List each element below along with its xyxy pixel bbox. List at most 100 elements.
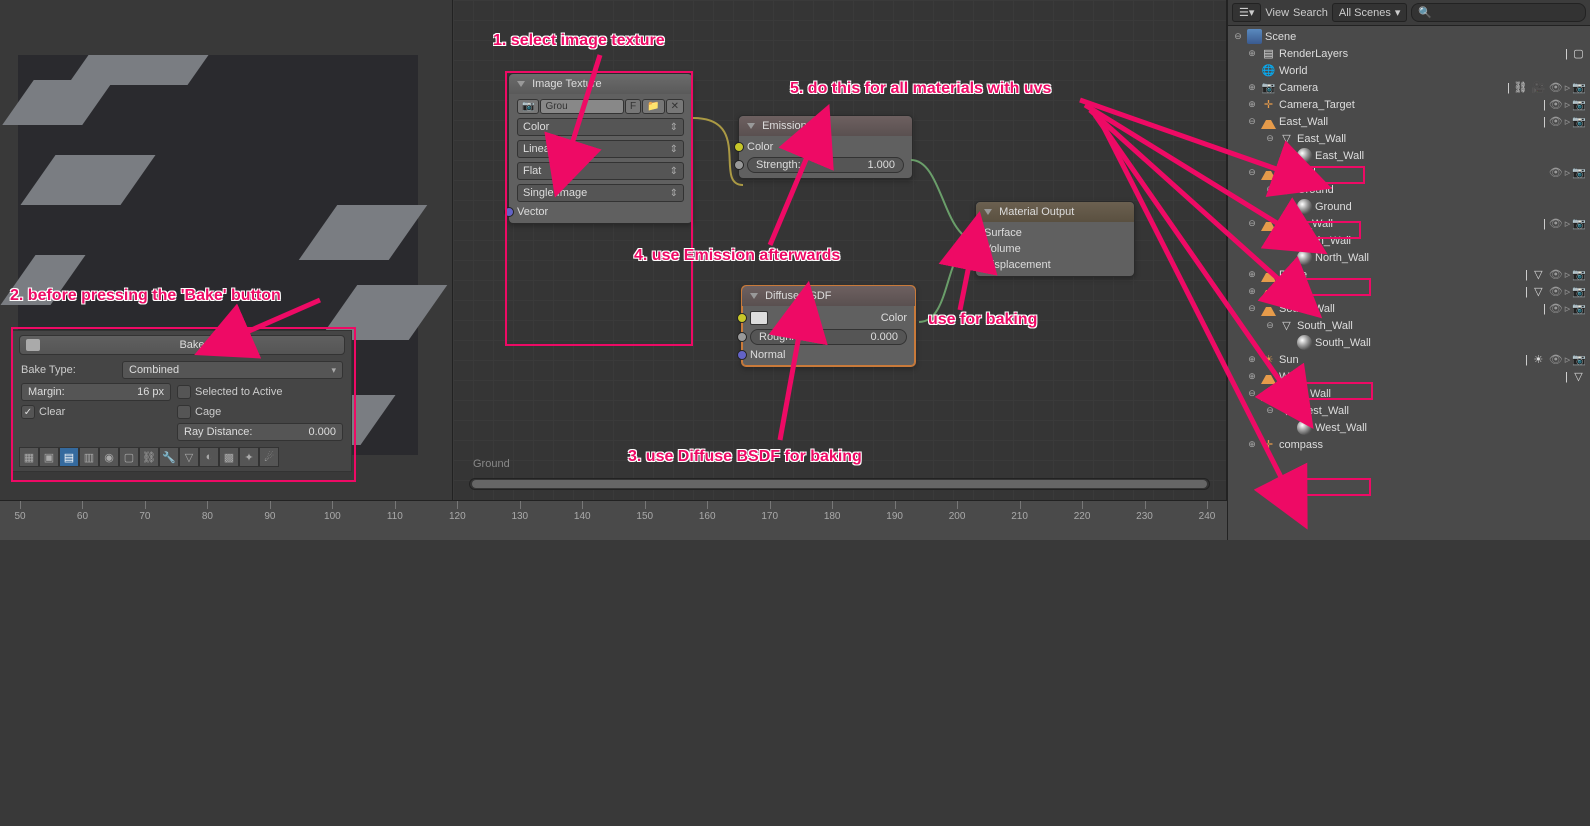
renderlayers-row[interactable]: ⊕▤RenderLayers|▢ [1228,45,1590,62]
margin-spinner[interactable]: Margin:16 px [21,383,171,401]
physics-tab-icon[interactable]: ☄ [259,447,279,467]
cage-checkbox[interactable] [177,405,191,419]
node-editor[interactable]: Image Texture Color Alpha 📷 Grou F 📁 ✕ C… [452,0,1227,500]
color-swatch[interactable] [750,311,768,325]
south-wall-mesh-row[interactable]: ⊖▽South_Wall [1228,317,1590,334]
west-wall-mesh-row[interactable]: ⊖▽West_Wall [1228,402,1590,419]
strength-value[interactable]: Strength:1.000 [747,157,904,173]
particles-tab-icon[interactable]: ✦ [239,447,259,467]
browse-image-icon[interactable]: 📷 [517,99,539,114]
camera-row[interactable]: ⊕📷Camera|⛓🎥👁▹📷 [1228,79,1590,96]
frame-mode-dropdown[interactable]: Single Image [517,184,684,202]
mesh-object-icon [1261,165,1276,180]
colorspace-dropdown[interactable]: Color [517,118,684,136]
clear-checkbox[interactable]: ✓ [21,405,35,419]
bake-type-dropdown[interactable]: Combined [122,361,343,379]
data-tab-icon[interactable]: ▽ [179,447,199,467]
editor-type-dropdown[interactable]: ☰▾ [1232,3,1261,22]
collapse-icon[interactable] [747,123,755,129]
render-tab-icon[interactable]: ▦ [19,447,39,467]
south-wall-row[interactable]: ⊖South_Wall|👁▹📷 [1228,300,1590,317]
constraint-tab-icon[interactable]: ⛓ [139,447,159,467]
east-wall-mat-row[interactable]: East_Wall [1228,147,1590,164]
render-icon[interactable]: 📷 [1572,81,1586,94]
color-input-socket[interactable] [737,313,747,323]
north-wall-mesh-row[interactable]: ⊖▽North_Wall [1228,232,1590,249]
roughness-input-socket[interactable] [737,332,747,342]
texture-tab-icon[interactable]: ▩ [219,447,239,467]
horizontal-scrollbar[interactable] [469,478,1210,490]
ruler-tick [270,501,271,509]
normal-input-socket[interactable] [737,350,747,360]
camera-target-row[interactable]: ⊕✛Camera_Target|👁▹📷 [1228,96,1590,113]
west-wall-mat-row[interactable]: West_Wall [1228,419,1590,436]
projection-dropdown[interactable]: Flat [517,162,684,180]
roughness-value[interactable]: Roughness:0.000 [750,329,907,345]
displacement-input-socket[interactable] [971,260,981,270]
roof-row[interactable]: ⊕Roof|▽👁▹📷 [1228,283,1590,300]
display-mode-dropdown[interactable]: All Scenes ▾ [1332,3,1408,22]
image-browse-strip[interactable]: 📷 Grou F 📁 ✕ [517,99,684,114]
layers-tab-icon[interactable]: ▣ [39,447,59,467]
east-wall-row[interactable]: ⊖East_Wall|👁▹📷 [1228,113,1590,130]
ray-distance-spinner[interactable]: Ray Distance:0.000 [177,423,343,441]
selectable-icon[interactable]: ▹ [1565,81,1571,94]
surface-input-socket[interactable] [971,228,981,238]
view-menu[interactable]: View [1265,7,1289,19]
ground-mat-row[interactable]: Ground [1228,198,1590,215]
ground-row[interactable]: ⊖Ground👁▹📷 [1228,164,1590,181]
interpolation-dropdown[interactable]: Linear [517,140,684,158]
walls-row[interactable]: ⊕Walls|▽ [1228,368,1590,385]
scene-tab-icon[interactable]: ▥ [79,447,99,467]
fake-user-button[interactable]: F [625,99,641,114]
scrollbar-thumb[interactable] [472,480,1207,488]
south-wall-mat-row[interactable]: South_Wall [1228,334,1590,351]
color-input-socket[interactable] [734,142,744,152]
volume-input-socket[interactable] [971,244,981,254]
image-texture-header[interactable]: Image Texture [509,74,692,94]
search-menu[interactable]: Search [1293,7,1328,19]
material-output-node[interactable]: Material Output Surface Volume Displacem… [975,201,1135,277]
image-name-field[interactable]: Grou [540,99,624,114]
material-tab-icon[interactable]: ◐ [199,447,219,467]
material-output-header[interactable]: Material Output [976,202,1134,222]
selected-to-active-checkbox[interactable] [177,385,191,399]
render-layers-tab-icon[interactable]: ▤ [59,447,79,467]
ruler-label: 200 [949,511,966,522]
emission-header[interactable]: Emission [739,116,912,136]
plane-row[interactable]: ⊕Plane|▽👁▹📷 [1228,266,1590,283]
ruler-tick [207,501,208,509]
north-wall-row[interactable]: ⊖North_Wall|👁▹📷 [1228,215,1590,232]
world-tab-icon[interactable]: ◉ [99,447,119,467]
timeline-ruler[interactable]: 5060708090100110120130140150160170180190… [0,500,1227,540]
scene-row[interactable]: ⊖Scene [1228,28,1590,45]
collapse-icon[interactable] [517,81,525,87]
strength-input-socket[interactable] [734,160,744,170]
north-wall-mat-row[interactable]: North_Wall [1228,249,1590,266]
diffuse-header[interactable]: Diffuse BSDF [742,286,915,306]
compass-row[interactable]: ⊕✛compass [1228,436,1590,453]
world-row[interactable]: World [1228,62,1590,79]
diffuse-bsdf-node[interactable]: Diffuse BSDF BSDF Color Roughness:0.000 … [741,285,916,367]
sun-row[interactable]: ⊕☀Sun|☀👁▹📷 [1228,351,1590,368]
search-field[interactable]: 🔍 [1411,3,1586,22]
ruler-tick [770,501,771,509]
vector-input-socket[interactable] [504,207,514,217]
ruler-tick [1020,501,1021,509]
object-tab-icon[interactable]: ▢ [119,447,139,467]
mesh-data-icon: ▽ [1279,131,1294,146]
mesh-object-icon [1261,216,1276,231]
west-wall-row[interactable]: ⊖West_Wall [1228,385,1590,402]
collapse-icon[interactable] [984,209,992,215]
east-wall-mesh-row[interactable]: ⊖▽East_Wall [1228,130,1590,147]
unlink-image-icon[interactable]: ✕ [666,99,684,114]
modifier-tab-icon[interactable]: 🔧 [159,447,179,467]
new-image-icon[interactable]: 📁 [642,99,664,114]
visibility-icon[interactable]: 👁 [1549,81,1563,94]
bake-panel-header[interactable]: Bake [19,335,345,355]
image-texture-node[interactable]: Image Texture Color Alpha 📷 Grou F 📁 ✕ C… [508,73,693,224]
ground-mesh-row[interactable]: ⊖▽Ground [1228,181,1590,198]
emission-node[interactable]: Emission Emission Color Strength:1.000 [738,115,913,179]
mesh-object-icon [1261,267,1276,282]
collapse-icon[interactable] [750,293,758,299]
